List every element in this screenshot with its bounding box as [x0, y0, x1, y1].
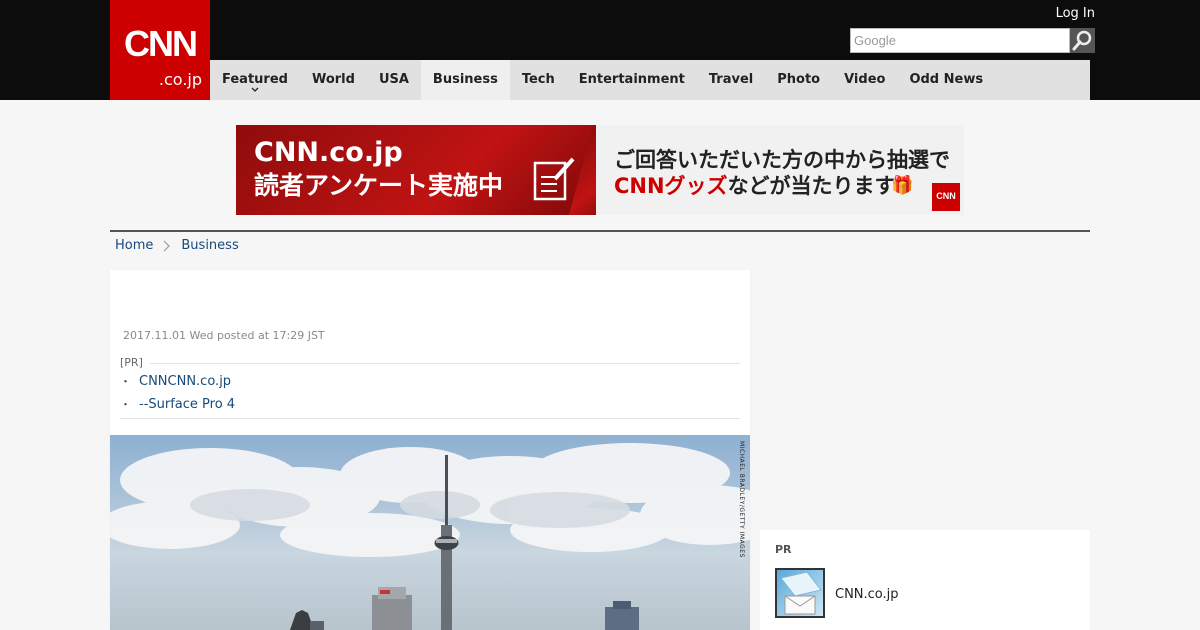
sidebar-pr-title: PR	[775, 543, 792, 556]
chevron-right-icon	[163, 240, 171, 252]
nav-label: Featured	[222, 72, 288, 87]
pr-link-text: --Surface Pro 4	[139, 397, 236, 412]
gift-icon: 🎁	[891, 175, 914, 196]
logo-subtext: .co.jp	[158, 70, 202, 89]
pr-link[interactable]: ・ --Surface Pro 4	[120, 393, 740, 416]
nav-item-odd-news[interactable]: Odd News	[897, 60, 995, 100]
pr-links-box: [PR] ・ CNNCNN.co.jp ・ --Surface Pro 4	[120, 356, 740, 416]
bullet: ・	[120, 398, 131, 411]
nav-item-travel[interactable]: Travel	[697, 60, 765, 100]
logo-text: CNN	[124, 23, 198, 64]
banner-subtitle: 読者アンケート実施中	[254, 171, 504, 200]
cnn-logo[interactable]: CNN .co.jp	[110, 0, 210, 100]
pr-label: [PR]	[120, 356, 740, 370]
skyline-illustration	[110, 443, 750, 630]
banner-cnn-logo: CNN	[932, 183, 960, 211]
survey-document-icon	[533, 157, 575, 201]
banner-text-rest: などが当たります	[727, 174, 896, 198]
pr-item-link[interactable]: CNN.co.jp	[835, 587, 899, 603]
breadcrumb-divider	[110, 230, 1090, 232]
chevron-down-icon	[251, 87, 259, 92]
article-photo-auckland-skyline: MICHAEL BRADLEY/GETTY IMAGES	[110, 435, 750, 630]
nav-label: Video	[844, 72, 886, 87]
nav-label: Business	[432, 72, 498, 87]
nav-label: Travel	[708, 72, 754, 87]
article-timestamp: 2017.11.01 Wed posted at 17:29 JST	[123, 329, 325, 342]
nav-item-entertainment[interactable]: Entertainment	[567, 60, 697, 100]
nav-item-usa[interactable]: USA	[367, 60, 421, 100]
nav-label: World	[311, 72, 355, 87]
nav-label: Odd News	[909, 72, 984, 87]
pr-thumbnail[interactable]	[775, 568, 825, 618]
photo-credit: MICHAEL BRADLEY/GETTY IMAGES	[738, 441, 745, 558]
article-card: 2017.11.01 Wed posted at 17:29 JST [PR] …	[110, 270, 750, 630]
breadcrumb-section[interactable]: Business	[181, 238, 238, 254]
banner-text-line2: CNNグッズなどが当たります	[614, 173, 896, 199]
search-icon	[1072, 30, 1092, 51]
nav-item-photo[interactable]: Photo	[765, 60, 832, 100]
breadcrumb: Home Business	[115, 238, 239, 254]
sidebar-pr-box: PR CNN.co.jp	[760, 530, 1090, 630]
pr-link-text: CNNCNN.co.jp	[139, 374, 232, 389]
bullet: ・	[120, 375, 131, 388]
main-nav: Featured World USA Business Tech Enterta…	[210, 60, 1090, 100]
banner-title: CNN.co.jp	[254, 137, 403, 168]
breadcrumb-home[interactable]: Home	[115, 238, 153, 254]
banner-text-line1: ご回答いただいた方の中から抽選で	[614, 148, 950, 172]
nav-label: Photo	[777, 72, 821, 87]
nav-label: Entertainment	[578, 72, 685, 87]
pr-link[interactable]: ・ CNNCNN.co.jp	[120, 370, 740, 393]
search-box	[850, 28, 1095, 53]
search-button[interactable]	[1070, 28, 1095, 53]
nav-label: Tech	[521, 72, 555, 87]
envelope-icon	[780, 571, 822, 615]
nav-item-featured[interactable]: Featured	[210, 60, 300, 100]
nav-item-world[interactable]: World	[300, 60, 367, 100]
search-input[interactable]	[850, 28, 1070, 53]
login-link[interactable]: Log In	[1056, 6, 1095, 22]
nav-item-business[interactable]: Business	[420, 60, 510, 100]
pr-divider	[120, 418, 740, 419]
banner-highlight: CNNグッズ	[614, 174, 728, 198]
nav-item-video[interactable]: Video	[832, 60, 897, 100]
survey-banner-ad[interactable]: CNN.co.jp 読者アンケート実施中 ご回答いただいた方の中から抽選で CN…	[236, 125, 964, 215]
nav-label: USA	[378, 72, 409, 87]
nav-item-tech[interactable]: Tech	[510, 60, 567, 100]
